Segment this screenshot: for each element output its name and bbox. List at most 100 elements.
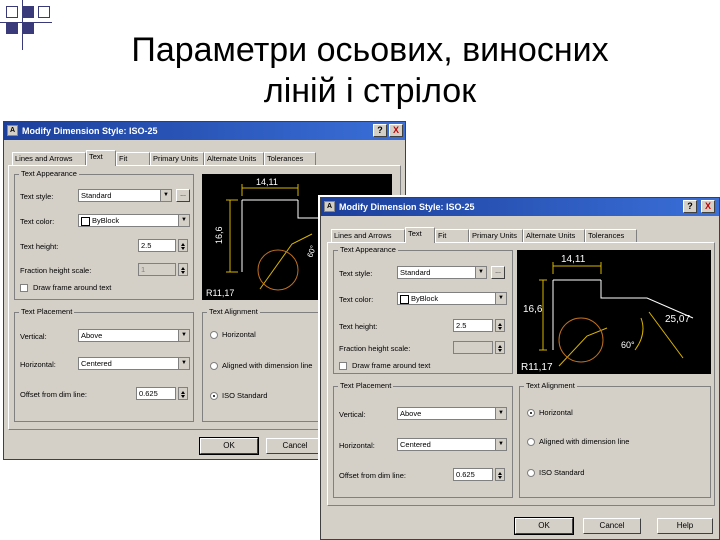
text-style-browse-button[interactable]: ... <box>491 266 505 279</box>
offset-value: 0.625 <box>456 470 475 479</box>
preview-label-slanted: 25,07 <box>665 314 690 325</box>
text-style-select[interactable]: Standard ▼ <box>397 266 487 279</box>
text-style-browse-button[interactable]: ... <box>176 189 190 202</box>
horizontal-label: Horizontal: <box>339 441 375 450</box>
tab-alternate-units[interactable]: Alternate Units <box>523 229 585 242</box>
fraction-height-spinner[interactable] <box>178 263 188 276</box>
horizontal-value: Centered <box>400 440 431 449</box>
text-appearance-title: Text Appearance <box>338 245 398 254</box>
text-placement-title: Text Placement <box>19 307 75 316</box>
window-title: Modify Dimension Style: ISO-25 <box>22 126 158 136</box>
text-color-select[interactable]: ByBlock ▼ <box>397 292 507 305</box>
align-horizontal-label: Horizontal <box>222 330 256 339</box>
text-style-select[interactable]: Standard ▼ <box>78 189 172 202</box>
align-horizontal-label: Horizontal <box>539 408 573 417</box>
offset-input[interactable]: 0.625 <box>136 387 176 400</box>
offset-value: 0.625 <box>139 389 158 398</box>
color-swatch-icon <box>400 294 409 304</box>
color-swatch-icon <box>81 216 90 226</box>
tab-tolerances[interactable]: Tolerances <box>585 229 637 242</box>
preview-angle-arc <box>634 317 644 351</box>
align-iso-standard-radio[interactable] <box>210 392 218 400</box>
text-height-label: Text height: <box>20 242 59 251</box>
tab-fit[interactable]: Fit <box>116 152 150 165</box>
fraction-height-input[interactable] <box>453 341 493 354</box>
align-horizontal-radio[interactable] <box>527 409 535 417</box>
tab-lines-and-arrows[interactable]: Lines and Arrows <box>331 229 405 242</box>
text-height-label: Text height: <box>339 322 378 331</box>
tab-lines-and-arrows[interactable]: Lines and Arrows <box>12 152 86 165</box>
vertical-value: Above <box>81 331 103 340</box>
help-button[interactable]: Help <box>657 518 713 534</box>
tab-text[interactable]: Text <box>405 227 435 243</box>
vertical-select[interactable]: Above ▼ <box>397 407 507 420</box>
horizontal-select[interactable]: Centered ▼ <box>397 438 507 451</box>
horizontal-select[interactable]: Centered ▼ <box>78 357 190 370</box>
chevron-down-icon: ▼ <box>178 330 189 341</box>
offset-input[interactable]: 0.625 <box>453 468 493 481</box>
align-dimension-line-label: Aligned with dimension line <box>539 437 630 446</box>
help-title-button[interactable]: ? <box>373 124 387 137</box>
tab-tolerances[interactable]: Tolerances <box>264 152 316 165</box>
draw-frame-label: Draw frame around text <box>352 361 431 370</box>
tab-primary-units[interactable]: Primary Units <box>469 229 523 242</box>
text-style-value: Standard <box>81 191 112 200</box>
preview-circle <box>257 249 299 291</box>
preview-label-angle: 60° <box>621 340 635 350</box>
preview-leader <box>558 327 608 367</box>
text-color-value: ByBlock <box>92 216 120 225</box>
ok-button[interactable]: OK <box>199 437 259 455</box>
horizontal-value: Centered <box>81 359 112 368</box>
horizontal-label: Horizontal: <box>20 360 56 369</box>
slide-title-line-1: Параметри осьових, виносних <box>131 31 609 69</box>
align-horizontal-radio[interactable] <box>210 331 218 339</box>
slide-title: Параметри осьових, виносних ліній і стрі… <box>60 30 680 112</box>
text-height-spinner[interactable] <box>495 319 505 332</box>
text-style-label: Text style: <box>20 192 54 201</box>
dialog-front: A Modify Dimension Style: ISO-25 ? X Lin… <box>320 197 720 540</box>
preview-leader <box>259 233 313 290</box>
align-iso-standard-radio[interactable] <box>527 469 535 477</box>
draw-frame-checkbox[interactable] <box>20 284 28 292</box>
close-button[interactable]: X <box>701 200 715 213</box>
align-iso-standard-label: ISO Standard <box>222 391 268 400</box>
cancel-button[interactable]: Cancel <box>266 438 324 454</box>
tab-strip: Lines and Arrows Text Fit Primary Units … <box>325 227 717 243</box>
offset-label: Offset from dim line: <box>20 390 87 399</box>
decoration-square <box>38 6 50 18</box>
titlebar: A Modify Dimension Style: ISO-25 ? X <box>321 198 719 216</box>
chevron-down-icon: ▼ <box>178 215 189 226</box>
draw-frame-checkbox[interactable] <box>339 362 347 370</box>
tab-fit[interactable]: Fit <box>435 229 469 242</box>
align-dimension-line-radio[interactable] <box>527 438 535 446</box>
text-color-select[interactable]: ByBlock ▼ <box>78 214 190 227</box>
offset-spinner[interactable] <box>495 468 505 481</box>
align-dimension-line-radio[interactable] <box>210 362 218 370</box>
draw-frame-label: Draw frame around text <box>33 283 112 292</box>
tab-alternate-units[interactable]: Alternate Units <box>204 152 264 165</box>
preview-label-angle: 60° <box>305 244 318 258</box>
align-dimension-line-label: Aligned with dimension line <box>222 361 313 370</box>
tab-strip: Lines and Arrows Text Fit Primary Units … <box>8 150 403 166</box>
chevron-down-icon: ▼ <box>475 267 486 278</box>
chevron-down-icon: ▼ <box>495 408 506 419</box>
tab-primary-units[interactable]: Primary Units <box>150 152 204 165</box>
vertical-select[interactable]: Above ▼ <box>78 329 190 342</box>
decoration-square <box>6 22 18 34</box>
text-style-value: Standard <box>400 268 431 277</box>
vertical-label: Vertical: <box>20 332 47 341</box>
tab-text[interactable]: Text <box>86 150 116 166</box>
help-title-button[interactable]: ? <box>683 200 697 213</box>
offset-spinner[interactable] <box>178 387 188 400</box>
slide-decoration <box>0 0 60 50</box>
preview-dim-line-left <box>539 279 547 351</box>
ok-button[interactable]: OK <box>514 517 574 535</box>
text-height-input[interactable]: 2.5 <box>138 239 176 252</box>
cancel-button[interactable]: Cancel <box>583 518 641 534</box>
text-height-input[interactable]: 2.5 <box>453 319 493 332</box>
fraction-height-input[interactable]: 1 <box>138 263 176 276</box>
text-height-spinner[interactable] <box>178 239 188 252</box>
preview-drawing: 14,11 16,6 25,07 60° R11,17 <box>521 254 694 373</box>
fraction-height-spinner[interactable] <box>495 341 505 354</box>
close-button[interactable]: X <box>389 124 403 137</box>
